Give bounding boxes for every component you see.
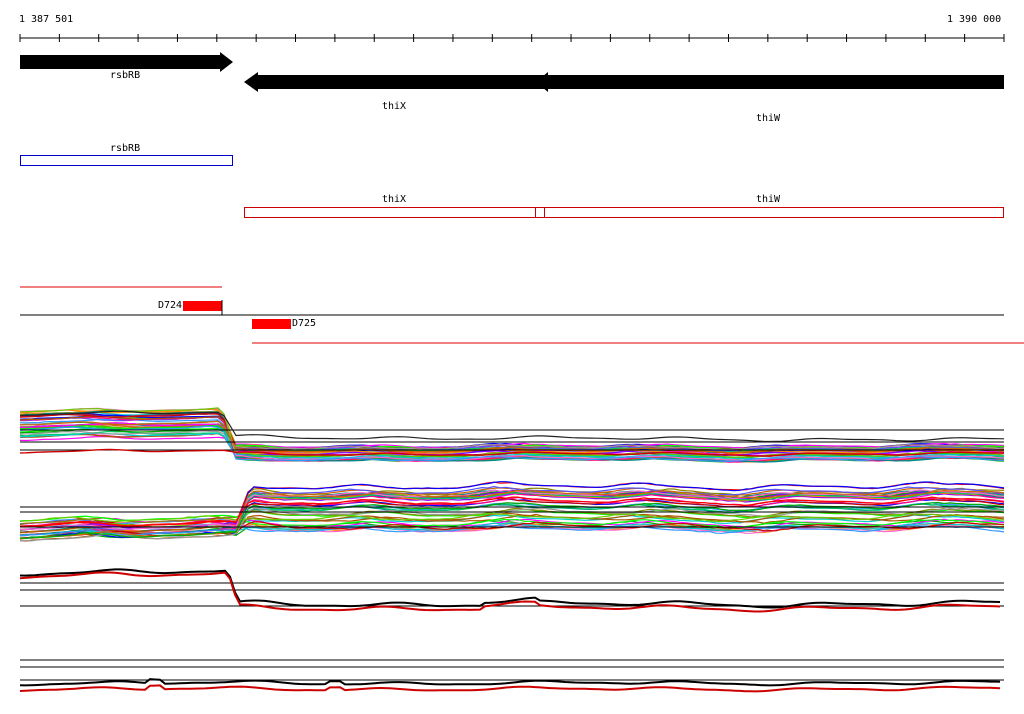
cds-box-thiX[interactable] — [244, 207, 536, 218]
gene-arrow-thiW[interactable] — [536, 72, 1004, 92]
feature-block-D724[interactable] — [183, 301, 222, 311]
genome-browser-canvas — [19, 34, 1024, 693]
expression-panel-2 — [19, 481, 1005, 542]
expression-summary-trace — [19, 684, 1001, 693]
ruler — [19, 34, 1005, 42]
cds-box-rsbRB[interactable] — [20, 155, 233, 166]
expression-panel-4 — [19, 659, 1004, 693]
gene-arrow-thiX[interactable] — [244, 72, 545, 92]
cds-box-thiW[interactable] — [544, 207, 1004, 218]
gene-arrow-rsbRB[interactable] — [20, 52, 233, 72]
cds-track — [20, 155, 1004, 218]
cds-box-thiX-small[interactable] — [535, 207, 545, 218]
expression-panel-3 — [19, 568, 1004, 613]
feature-track — [20, 286, 1024, 344]
expression-panel-1 — [19, 407, 1005, 463]
feature-block-D725[interactable] — [252, 319, 291, 329]
gene-track — [20, 52, 1004, 92]
